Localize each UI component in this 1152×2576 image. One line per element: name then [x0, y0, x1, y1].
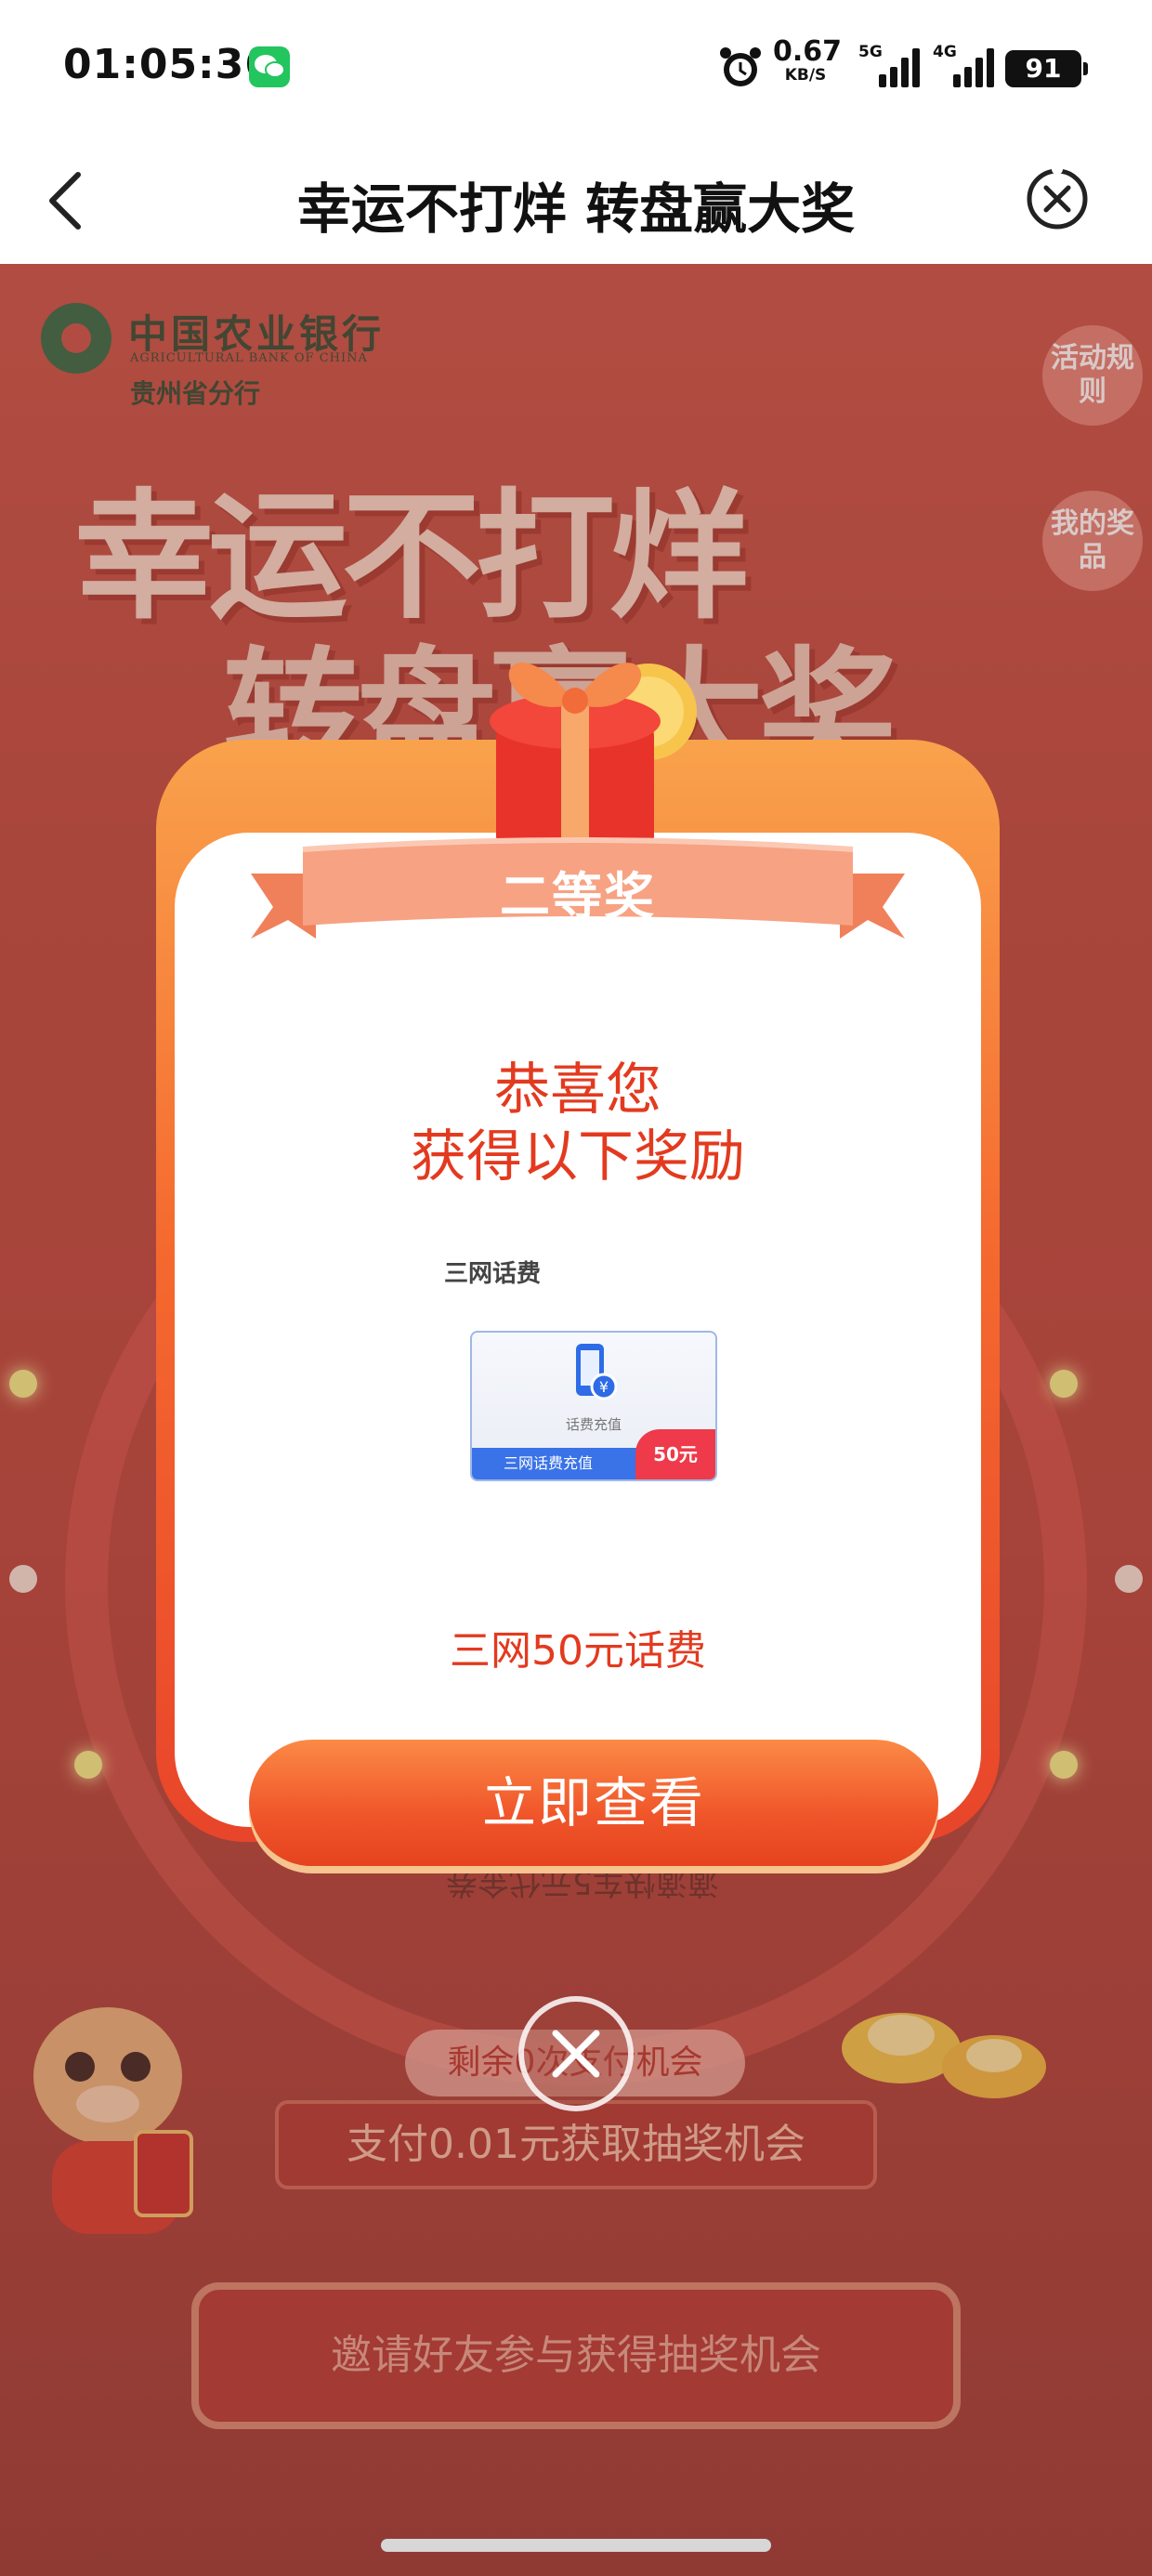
dialog-body: 恭喜您 获得以下奖励 三网话费 ¥ 话费充值 三网话费充值 50元 三网50元话… [175, 833, 981, 1866]
prize-name: 三网50元话费 [450, 1627, 706, 1675]
gift-box-icon [416, 600, 751, 870]
prize-category-label: 三网话费 [444, 1260, 542, 1288]
signal-4g-label: 4G [933, 43, 957, 61]
close-icon [552, 2030, 600, 2078]
page-title: 幸运不打烊 转盘赢大奖 [296, 177, 856, 241]
status-bar: 01:05:36 0.67 KB/S 5G 4G 91 [0, 0, 1152, 138]
view-now-button[interactable]: 立即查看 [249, 1740, 938, 1866]
status-time: 01:05:36 [63, 41, 274, 88]
close-dialog-button[interactable] [518, 1996, 634, 2111]
signal-4g-icon: 4G [933, 43, 998, 91]
prize-level-label: 二等奖 [500, 867, 656, 926]
phone-recharge-icon: ¥ [572, 1342, 618, 1403]
congrats-subheading: 获得以下奖励 [411, 1124, 745, 1189]
prize-level-ribbon: 二等奖 [251, 836, 905, 948]
svg-text:¥: ¥ [599, 1378, 609, 1396]
signal-5g-icon: 5G [858, 43, 923, 91]
alarm-icon [717, 45, 764, 91]
prize-result-dialog: 恭喜您 获得以下奖励 三网话费 ¥ 话费充值 三网话费充值 50元 三网50元话… [156, 663, 1000, 1866]
navigation-bar: 幸运不打烊 转盘赢大奖 [0, 138, 1152, 264]
network-speed: 0.67 KB/S [773, 35, 843, 85]
card-amount-badge: 50元 [635, 1429, 715, 1479]
wechat-notification-icon [249, 46, 290, 87]
network-speed-value: 0.67 [773, 35, 843, 68]
close-circle-icon [1027, 164, 1088, 230]
prize-card: ¥ 话费充值 三网话费充值 50元 [470, 1331, 717, 1481]
close-miniprogram-button[interactable] [1022, 164, 1093, 234]
battery-indicator: 91 [1005, 50, 1088, 87]
network-speed-unit: KB/S [784, 66, 827, 85]
signal-5g-label: 5G [858, 43, 883, 61]
card-footer-label: 三网话费充值 [472, 1448, 648, 1479]
home-indicator[interactable] [381, 2539, 771, 2552]
